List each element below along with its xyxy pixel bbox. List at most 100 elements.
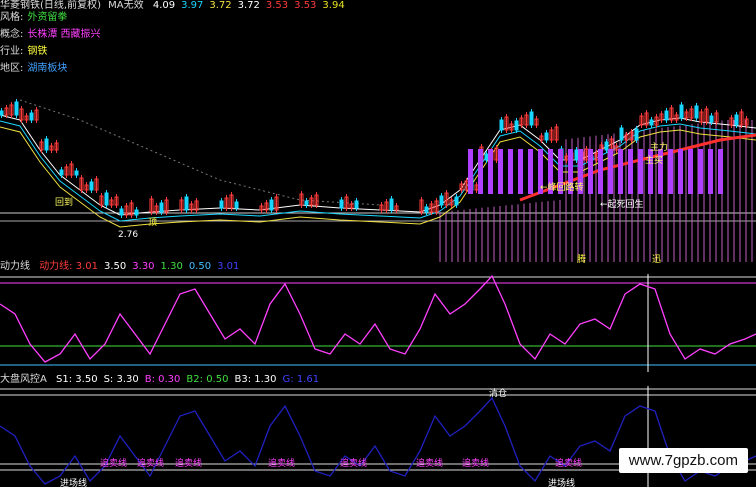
- annotation-zhumai: 主买: [645, 156, 664, 166]
- entry-label: 进场线: [60, 479, 88, 487]
- candle-body: [219, 200, 224, 209]
- annotation-feng-hui-lu-zhuan: ←峰回路转: [540, 183, 584, 193]
- candle-body: [74, 170, 79, 176]
- ribbon-bar: [698, 149, 703, 194]
- candle-body: [694, 105, 699, 119]
- power-line: [0, 274, 756, 363]
- candle-body: [439, 195, 444, 206]
- indicator1-canvas[interactable]: [0, 274, 756, 372]
- indicator-value: B3: 1.30: [234, 374, 277, 385]
- indicator1-values: 动力线: 3.01 3.50 3.30 1.30 0.50 3.01: [33, 261, 239, 272]
- signal-tag: 追卖线: [175, 459, 203, 469]
- candlestick-canvas[interactable]: [0, 0, 756, 270]
- candle-body: [454, 196, 459, 206]
- candle-body: [544, 132, 549, 141]
- annotation-huidao: 回到: [55, 198, 74, 208]
- indicator2-header: 大盘风控A S1: 3.50 S: 3.30 B: 0.30 B2: 0.50 B3: …: [0, 374, 319, 386]
- indicator-value: S1: 3.50: [56, 374, 98, 385]
- ribbon-bar: [708, 149, 713, 194]
- candle-body: [304, 200, 309, 206]
- ribbon-bar: [478, 149, 483, 194]
- ribbon-bar: [628, 149, 633, 194]
- ribbon-bar: [668, 149, 673, 194]
- candle-body: [44, 138, 49, 151]
- indicator2-values: S1: 3.50 S: 3.30 B: 0.30 B2: 0.50 B3: 1.30 G:…: [50, 374, 319, 385]
- candle-body: [424, 206, 429, 213]
- indicator1-header: 动力线 动力线: 3.01 3.50 3.30 1.30 0.50 3.01: [0, 261, 239, 273]
- candle-body: [29, 112, 34, 121]
- candle-body: [59, 169, 64, 176]
- candle-body: [574, 149, 579, 161]
- candle-body: [634, 128, 639, 141]
- signal-tag: 追卖线: [268, 459, 296, 469]
- bottom-tag-xun: 迅: [652, 255, 662, 265]
- indicator1-title: 动力线: [0, 261, 30, 272]
- entry-label: 进场线: [548, 479, 576, 487]
- ribbon-bar: [688, 149, 693, 194]
- annotation-zhuli: 主力: [650, 143, 669, 153]
- annotation-qi-si-hui-sheng: ←起死回生: [600, 200, 644, 210]
- candle-body: [119, 208, 124, 216]
- signal-tag: 追卖线: [340, 459, 368, 469]
- candle-body: [734, 114, 739, 126]
- ribbon-bar: [718, 149, 723, 194]
- candle-body: [339, 199, 344, 209]
- ribbon-bar: [508, 149, 513, 194]
- annotation-ding: 顶: [148, 218, 158, 228]
- indicator-value: G: 1.61: [282, 374, 320, 385]
- ribbon-bar: [498, 149, 503, 194]
- candle-body: [354, 200, 359, 209]
- ribbon-bar: [608, 149, 613, 194]
- candle-body: [664, 110, 669, 121]
- watermark: www.7gpzb.com: [618, 448, 748, 473]
- indicator-value: 0.50: [188, 261, 212, 272]
- candle-body: [604, 141, 609, 151]
- indicator-value: B2: 0.50: [186, 374, 229, 385]
- indicator-value: 动力线: 3.01: [39, 261, 99, 272]
- candle-body: [184, 196, 189, 211]
- qingcang-label: 清仓: [489, 389, 508, 399]
- candle-body: [159, 202, 164, 213]
- trend-guide-line: [19, 99, 381, 206]
- indicator1-panel[interactable]: [0, 274, 756, 372]
- ribbon-bar: [528, 149, 533, 194]
- indicator-value: 3.01: [217, 261, 240, 272]
- ribbon-bar: [598, 149, 603, 194]
- candle-body: [134, 209, 139, 216]
- low-price-label: 2.76: [118, 230, 139, 240]
- indicator2-title: 大盘风控A: [0, 374, 47, 385]
- candle-body: [499, 119, 504, 131]
- candle-body: [529, 111, 534, 126]
- candle-body: [0, 110, 4, 116]
- bottom-tag-teng: 腾: [577, 255, 587, 265]
- ribbon-bar: [588, 149, 593, 194]
- candle-body: [709, 115, 714, 123]
- ribbon-bar: [638, 149, 643, 194]
- candle-body: [649, 119, 654, 126]
- candle-body: [234, 201, 239, 209]
- ribbon-bar: [618, 149, 623, 194]
- indicator-value: 3.30: [132, 261, 155, 272]
- ribbon-bar: [678, 149, 683, 194]
- candle-body: [514, 120, 519, 131]
- candle-body: [679, 104, 684, 119]
- signal-tag: 追卖线: [137, 459, 165, 469]
- candle-body: [269, 199, 274, 211]
- candle-body: [104, 192, 109, 206]
- signal-tag: 追卖线: [555, 459, 583, 469]
- indicator-value: 1.30: [160, 261, 183, 272]
- indicator-value: S: 3.30: [103, 374, 139, 385]
- indicator-value: B: 0.30: [144, 374, 181, 385]
- candle-body: [389, 198, 394, 211]
- candle-body: [619, 127, 624, 141]
- candle-body: [89, 181, 94, 191]
- signal-tag: 追卖线: [100, 459, 128, 469]
- ribbon-bar: [468, 149, 473, 194]
- signal-tag: 追卖线: [462, 459, 490, 469]
- price-chart[interactable]: 2.76 ←峰回路转 ←起死回生 主力 主买 回到 顶 腾 迅: [0, 0, 756, 270]
- candle-body: [14, 101, 19, 116]
- ribbon-bar: [518, 149, 523, 194]
- ribbon-bar: [488, 149, 493, 194]
- candle-body: [484, 153, 489, 161]
- indicator-value: 3.50: [104, 261, 127, 272]
